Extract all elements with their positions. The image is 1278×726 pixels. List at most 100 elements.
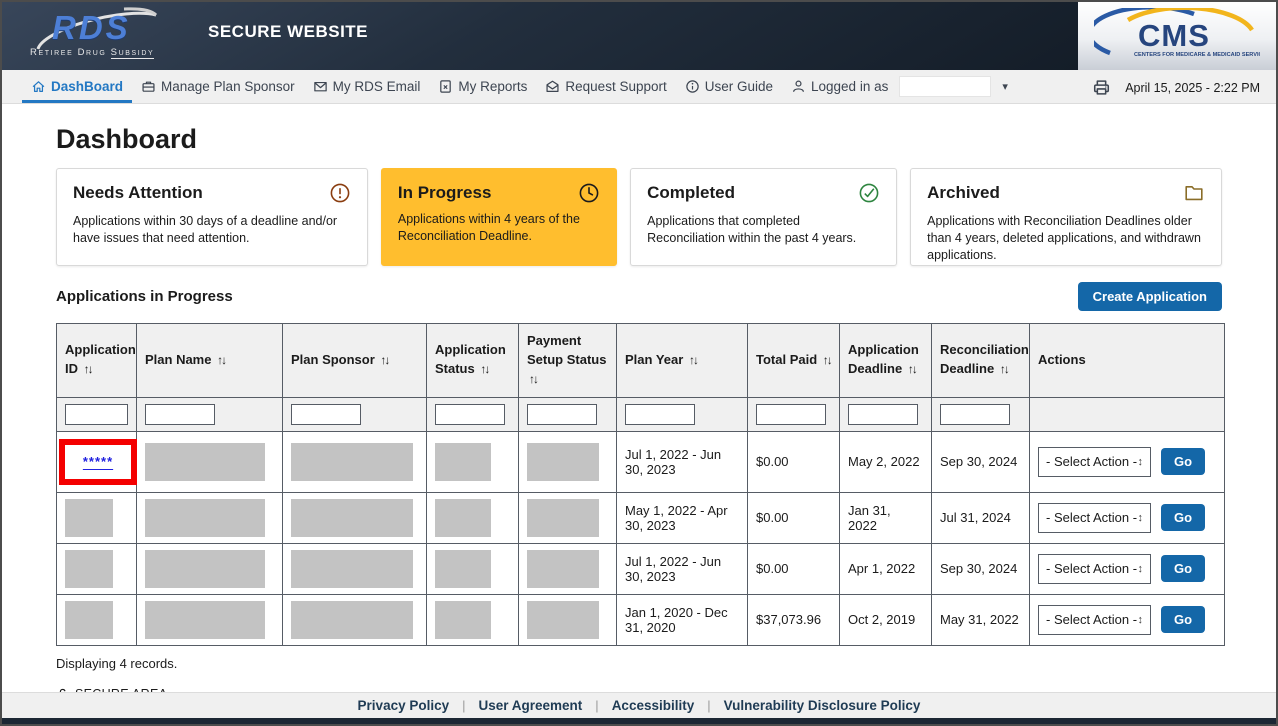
footer: Privacy Policy | User Agreement | Access…	[2, 692, 1276, 718]
reconciliation-deadline-cell: May 31, 2022	[932, 594, 1030, 645]
svg-text:CENTERS FOR MEDICARE & MEDICAI: CENTERS FOR MEDICARE & MEDICAID SERVICES	[1134, 52, 1260, 58]
card-title: Completed	[647, 183, 735, 203]
page-title: Dashboard	[56, 124, 1222, 155]
card-title: Archived	[927, 183, 1000, 203]
select-action-dropdown[interactable]: - Select Action -↕	[1038, 447, 1151, 477]
sort-icon[interactable]: ↑↓	[1000, 362, 1008, 376]
nav-item-label: Request Support	[565, 79, 666, 94]
cms-logo-panel: CMS CENTERS FOR MEDICARE & MEDICAID SERV…	[1078, 2, 1276, 70]
select-action-dropdown[interactable]: - Select Action -↕	[1038, 605, 1151, 635]
check-circle-icon	[858, 182, 880, 204]
plan-year-cell: Jul 1, 2022 - Jun 30, 2023	[617, 431, 748, 492]
filter-input-plan-name[interactable]	[145, 404, 215, 425]
select-arrows-icon: ↕	[1138, 512, 1144, 524]
print-icon[interactable]	[1092, 78, 1111, 97]
sort-icon[interactable]: ↑↓	[380, 353, 388, 367]
nav-item-dashboard[interactable]: DashBoard	[22, 70, 132, 103]
reconciliation-deadline-cell: Sep 30, 2024	[932, 543, 1030, 594]
card-in-progress[interactable]: In Progress Applications within 4 years …	[381, 168, 617, 266]
application-deadline-cell: Oct 2, 2019	[840, 594, 932, 645]
card-archived[interactable]: Archived Applications with Reconciliatio…	[910, 168, 1222, 266]
applications-in-progress-heading: Applications in Progress	[56, 288, 233, 305]
report-icon	[438, 79, 453, 94]
card-needs-attention[interactable]: Needs Attention Applications within 30 d…	[56, 168, 368, 266]
filter-input-plan-year[interactable]	[625, 404, 695, 425]
go-button[interactable]: Go	[1161, 606, 1205, 633]
logged-in-as-control[interactable]: Logged in as ▾	[782, 70, 1017, 103]
filter-input-plan-sponsor[interactable]	[291, 404, 361, 425]
redacted-plan-sponsor	[291, 499, 413, 537]
person-icon	[791, 79, 806, 94]
sort-icon[interactable]: ↑↓	[823, 353, 831, 367]
table-row: ***** Jul 1, 2022 - Jun 30, 2023 $0.00 M…	[57, 431, 1225, 492]
sort-icon[interactable]: ↑↓	[908, 362, 916, 376]
filter-input-payment-setup-status[interactable]	[527, 404, 597, 425]
plan-year-cell: Jan 1, 2020 - Dec 31, 2020	[617, 594, 748, 645]
redacted-plan-sponsor	[291, 601, 413, 639]
select-action-dropdown[interactable]: - Select Action -↕	[1038, 503, 1151, 533]
alert-circle-icon	[329, 182, 351, 204]
table-row: Jan 1, 2020 - Dec 31, 2020 $37,073.96 Oc…	[57, 594, 1225, 645]
column-header-total-paid[interactable]: Total Paid ↑↓	[748, 324, 840, 398]
redacted-plan-name	[145, 443, 265, 481]
sort-icon[interactable]: ↑↓	[689, 353, 697, 367]
sort-icon[interactable]: ↑↓	[84, 362, 92, 376]
create-application-button[interactable]: Create Application	[1078, 282, 1222, 311]
column-header-reconciliation-deadline[interactable]: Reconciliation Deadline ↑↓	[932, 324, 1030, 398]
envelope-icon	[313, 79, 328, 94]
navbar-right: April 15, 2025 - 2:22 PM	[1092, 70, 1260, 103]
nav-item-user-guide[interactable]: User Guide	[676, 70, 782, 103]
total-paid-cell: $0.00	[748, 492, 840, 543]
go-button[interactable]: Go	[1161, 448, 1205, 475]
rds-logo-subtitle: Retiree Drug Subsidy	[30, 47, 154, 58]
redacted-application-id	[65, 550, 113, 588]
nav-item-my-reports[interactable]: My Reports	[429, 70, 536, 103]
redacted-application-status	[435, 443, 491, 481]
application-id-link[interactable]: *****	[83, 454, 113, 469]
filter-input-application-status[interactable]	[435, 404, 505, 425]
filter-input-application-id[interactable]	[65, 404, 128, 425]
nav-item-manage-plan-sponsor[interactable]: Manage Plan Sponsor	[132, 70, 304, 103]
column-header-plan-name[interactable]: Plan Name ↑↓	[137, 324, 283, 398]
footer-strip	[2, 718, 1276, 724]
footer-link-accessibility[interactable]: Accessibility	[612, 698, 695, 713]
logged-in-user-select[interactable]	[899, 76, 991, 97]
datetime-display: April 15, 2025 - 2:22 PM	[1125, 81, 1260, 95]
go-button[interactable]: Go	[1161, 555, 1205, 582]
footer-link-user-agreement[interactable]: User Agreement	[479, 698, 583, 713]
support-envelope-icon	[545, 79, 560, 94]
column-header-plan-sponsor[interactable]: Plan Sponsor ↑↓	[283, 324, 427, 398]
column-header-application-status[interactable]: Application Status ↑↓	[427, 324, 519, 398]
select-action-dropdown[interactable]: - Select Action -↕	[1038, 554, 1151, 584]
footer-link-vulnerability-disclosure-policy[interactable]: Vulnerability Disclosure Policy	[724, 698, 921, 713]
redacted-plan-name	[145, 601, 265, 639]
info-icon	[685, 79, 700, 94]
nav-item-label: User Guide	[705, 79, 773, 94]
records-summary: Displaying 4 records.	[56, 656, 1222, 671]
filter-input-application-deadline[interactable]	[848, 404, 918, 425]
applications-table: Application ID ↑↓ Plan Name ↑↓ Plan Spon…	[56, 323, 1225, 646]
redacted-application-id	[65, 499, 113, 537]
card-title: In Progress	[398, 183, 492, 203]
cms-logo: CMS CENTERS FOR MEDICARE & MEDICAID SERV…	[1094, 8, 1260, 64]
sort-icon[interactable]: ↑↓	[480, 362, 488, 376]
nav-item-my-rds-email[interactable]: My RDS Email	[304, 70, 430, 103]
total-paid-cell: $37,073.96	[748, 594, 840, 645]
filter-input-total-paid[interactable]	[756, 404, 826, 425]
column-header-application-id[interactable]: Application ID ↑↓	[57, 324, 137, 398]
redacted-plan-name	[145, 550, 265, 588]
table-filter-row	[57, 397, 1225, 431]
column-header-payment-setup-status[interactable]: Payment Setup Status ↑↓	[519, 324, 617, 398]
card-completed[interactable]: Completed Applications that completed Re…	[630, 168, 897, 266]
column-header-plan-year[interactable]: Plan Year ↑↓	[617, 324, 748, 398]
footer-link-privacy-policy[interactable]: Privacy Policy	[358, 698, 450, 713]
table-header-row: Application ID ↑↓ Plan Name ↑↓ Plan Spon…	[57, 324, 1225, 398]
sort-icon[interactable]: ↑↓	[217, 353, 225, 367]
nav-item-request-support[interactable]: Request Support	[536, 70, 675, 103]
clock-icon	[578, 182, 600, 204]
rds-logo-text: RDS	[52, 9, 131, 47]
filter-input-reconciliation-deadline[interactable]	[940, 404, 1010, 425]
sort-icon[interactable]: ↑↓	[529, 372, 537, 386]
go-button[interactable]: Go	[1161, 504, 1205, 531]
column-header-application-deadline[interactable]: Application Deadline ↑↓	[840, 324, 932, 398]
